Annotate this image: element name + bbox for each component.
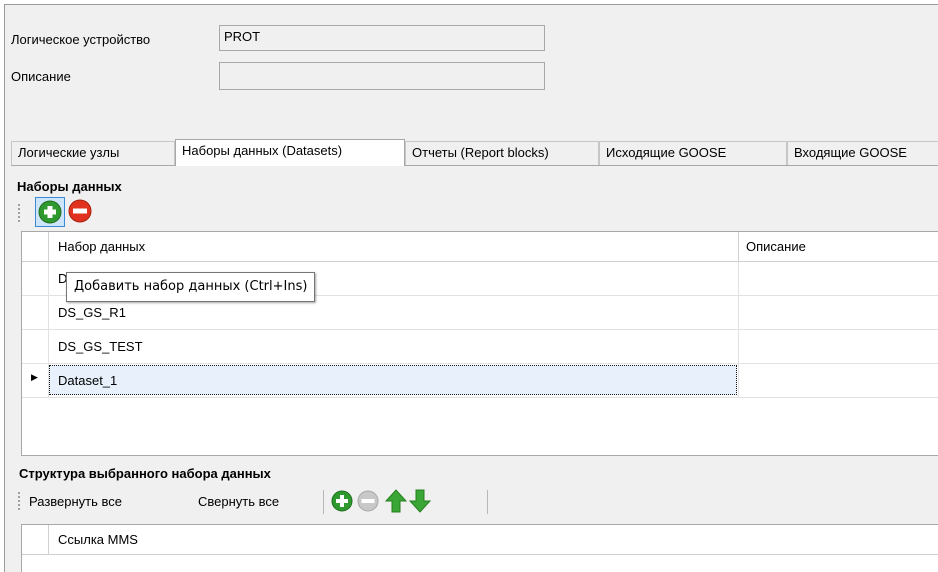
selected-cell-focus[interactable] bbox=[49, 365, 737, 395]
minus-circle-icon bbox=[357, 490, 379, 512]
structure-grid-header: Ссылка MMS bbox=[22, 525, 938, 555]
datasets-section-title: Наборы данных bbox=[17, 179, 122, 194]
tab-strip: Логические узлы Наборы данных (Datasets)… bbox=[5, 139, 938, 166]
add-dataset-tooltip: Добавить набор данных (Ctrl+Ins) bbox=[66, 272, 316, 302]
datasets-grid-header: Набор данных Описание bbox=[22, 232, 938, 262]
tab-datasets[interactable]: Наборы данных (Datasets) bbox=[175, 139, 405, 166]
toolbar-separator bbox=[487, 490, 488, 514]
device-name-field[interactable]: PROT bbox=[219, 25, 545, 51]
datasets-panel: Наборы данных Набор данных Описание D DS… bbox=[11, 165, 938, 572]
toolbar-grip[interactable] bbox=[18, 492, 21, 512]
remove-element-button[interactable] bbox=[357, 490, 379, 515]
collapse-all-button[interactable]: Свернуть все bbox=[198, 494, 279, 509]
datasets-grid: Набор данных Описание D DS_GS_R1 DS_GS_T… bbox=[21, 231, 938, 456]
tab-report-blocks[interactable]: Отчеты (Report blocks) bbox=[405, 141, 599, 165]
toolbar-separator bbox=[323, 490, 324, 514]
add-element-button[interactable] bbox=[331, 490, 353, 515]
column-header-dataset[interactable]: Набор данных bbox=[58, 239, 145, 254]
toolbar-grip[interactable] bbox=[18, 204, 21, 224]
dataset-name-cell: DS_GS_R1 bbox=[58, 305, 126, 320]
minus-circle-icon bbox=[68, 199, 92, 223]
structure-section-title: Структура выбранного набора данных bbox=[19, 466, 271, 481]
plus-circle-icon bbox=[38, 200, 62, 224]
remove-dataset-button[interactable] bbox=[68, 199, 92, 226]
device-description-field[interactable] bbox=[219, 62, 545, 90]
tab-outgoing-goose[interactable]: Исходящие GOOSE bbox=[599, 141, 787, 165]
table-row[interactable]: DS_GS_TEST bbox=[22, 330, 938, 364]
arrow-up-icon bbox=[384, 489, 408, 513]
expand-all-button[interactable]: Развернуть все bbox=[29, 494, 122, 509]
device-description-label: Описание bbox=[11, 69, 71, 84]
dataset-name-cell: Dataset_1 bbox=[58, 373, 118, 388]
arrow-down-icon bbox=[408, 489, 432, 513]
column-header-description[interactable]: Описание bbox=[746, 239, 806, 254]
tab-incoming-goose[interactable]: Входящие GOOSE bbox=[787, 141, 938, 165]
move-up-button[interactable] bbox=[384, 489, 408, 516]
move-down-button[interactable] bbox=[408, 489, 432, 516]
add-dataset-button[interactable] bbox=[35, 197, 65, 227]
logical-device-editor: Логическое устройство PROT Описание Логи… bbox=[4, 4, 938, 572]
current-row-marker-icon: ▶ bbox=[31, 372, 38, 382]
dataset-name-cell: DS_GS_TEST bbox=[58, 339, 143, 354]
device-name-label: Логическое устройство bbox=[11, 32, 151, 47]
tab-logical-nodes[interactable]: Логические узлы bbox=[11, 141, 175, 165]
plus-circle-icon bbox=[331, 490, 353, 512]
table-row-selected[interactable]: ▶ Dataset_1 bbox=[22, 364, 938, 398]
structure-grid: Ссылка MMS bbox=[21, 524, 938, 572]
column-header-mms-reference[interactable]: Ссылка MMS bbox=[58, 532, 138, 547]
